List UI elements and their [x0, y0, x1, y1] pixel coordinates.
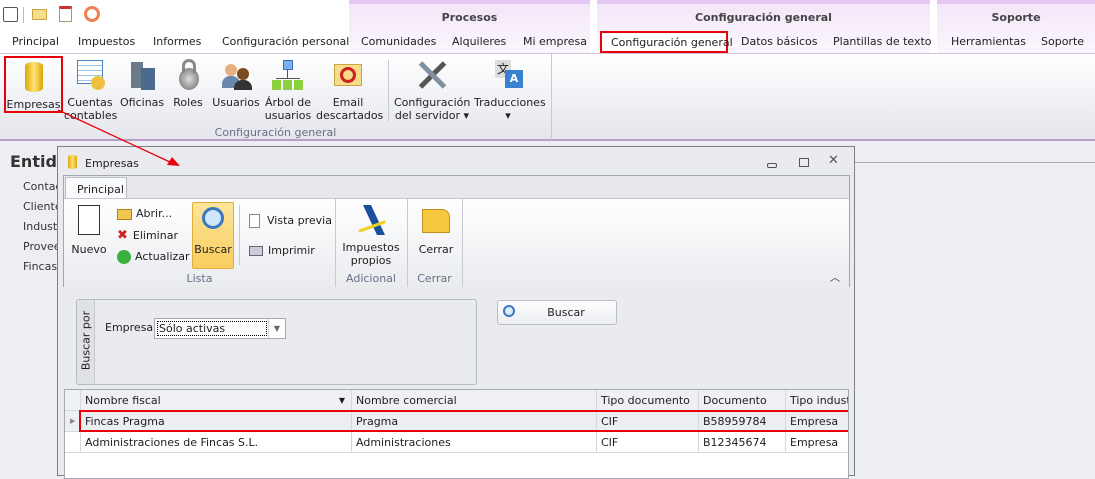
annotation-arrow — [57, 109, 180, 166]
